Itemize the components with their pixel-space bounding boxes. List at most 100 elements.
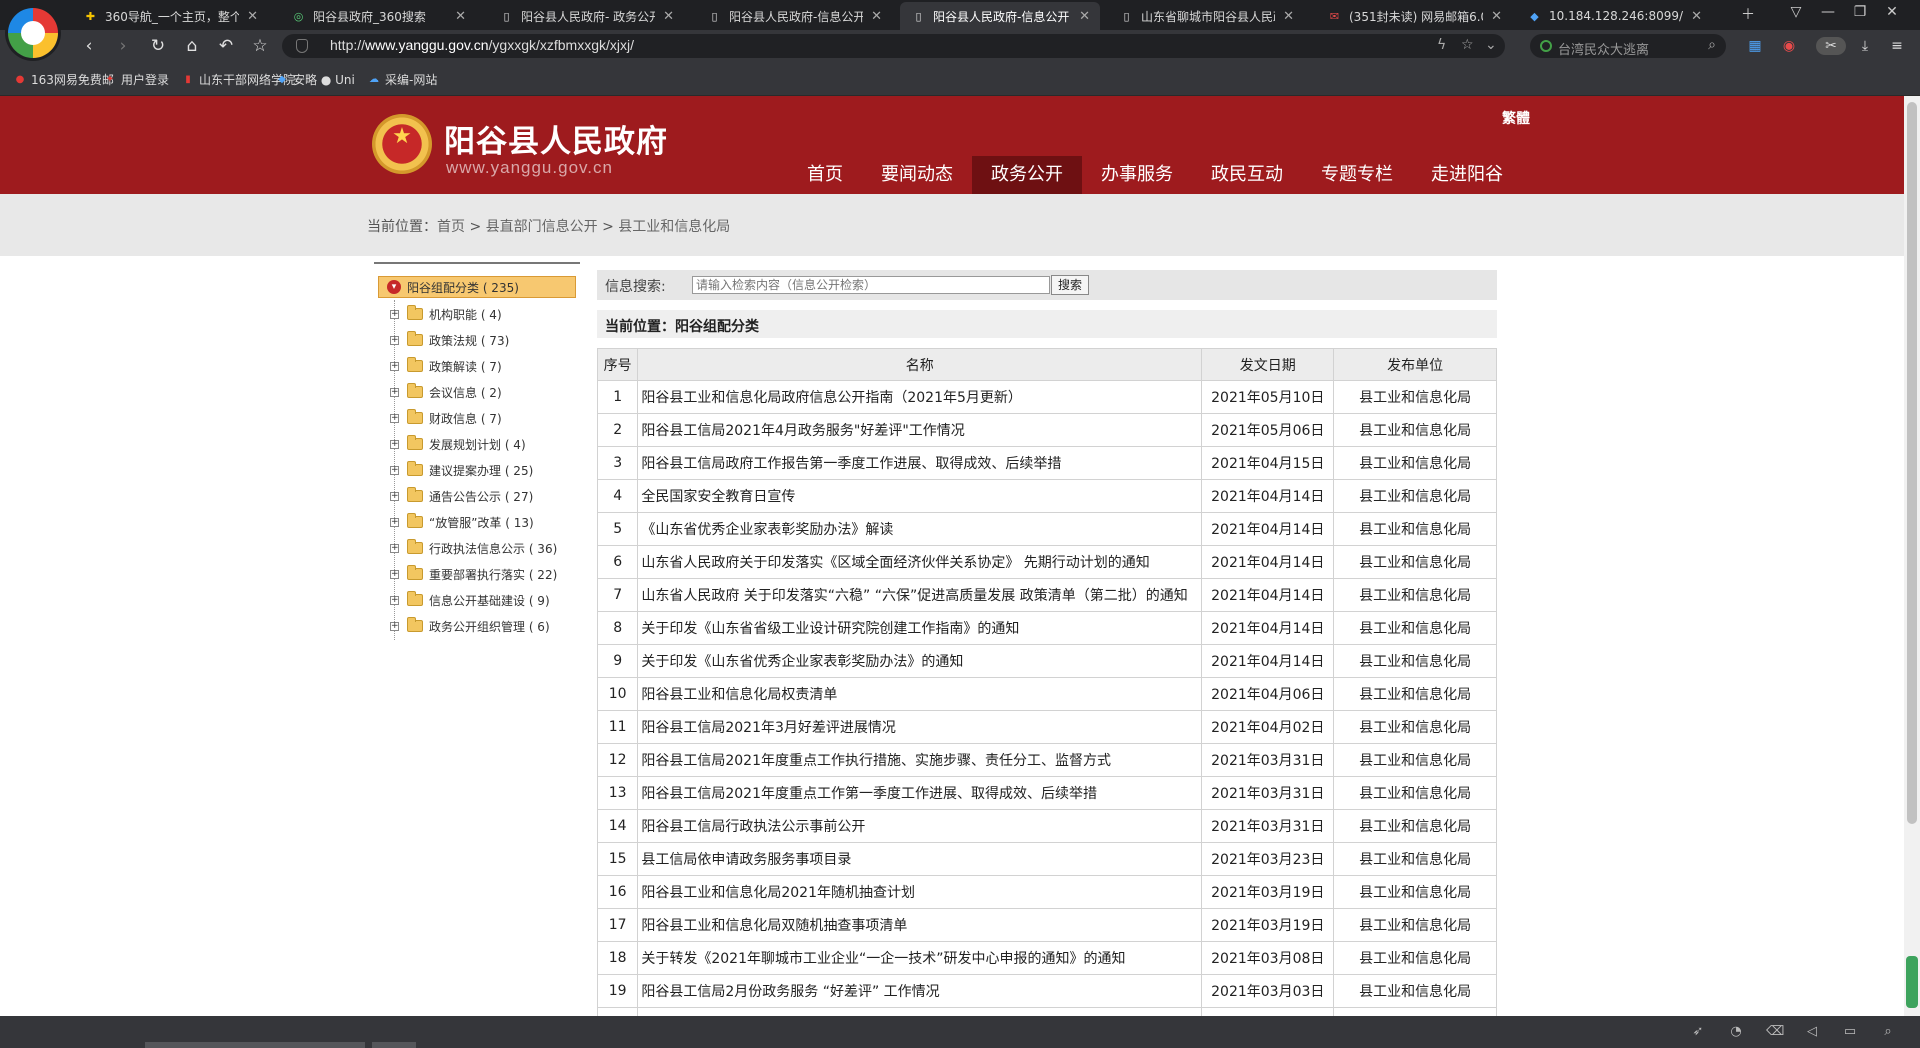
tree-item[interactable]: + 重要部署执行落实 ( 22) (390, 564, 557, 584)
browser-tab[interactable]: ◆ 10.184.128.246:8099/portal ✕ (1516, 2, 1712, 30)
site-title[interactable]: 阳谷县人民政府 (444, 116, 668, 161)
expand-plus-icon[interactable]: + (390, 387, 399, 397)
traditional-chinese-toggle[interactable]: 繁體 (1502, 108, 1530, 128)
row-title-link[interactable]: 山东省人民政府 关于印发落实“六稳” “六保”促进高质量发展 政策清单（第二批）… (637, 578, 1203, 612)
download-icon[interactable]: ⤓ (1856, 37, 1874, 55)
home-icon[interactable]: ⌂ (181, 36, 203, 56)
address-url[interactable]: http://www.yanggu.gov.cn/ygxxgk/xzfbmxxg… (330, 37, 634, 53)
browser-tab[interactable]: ▯ 阳谷县人民政府- 政务公开 ✕ (488, 2, 684, 30)
expand-plus-icon[interactable]: + (390, 465, 399, 475)
bookmark-item[interactable]: ● 163网易免费邮 (14, 71, 114, 88)
close-icon[interactable]: ✕ (871, 9, 882, 24)
nav-item[interactable]: 要闻动态 (862, 156, 972, 194)
browser-tab[interactable]: ✚ 360导航_一个主页，整个世界 ✕ (72, 2, 268, 30)
bookmark-item[interactable]: ◆ 安略 ● Uni (276, 71, 355, 88)
tree-root-item[interactable]: ▾ 阳谷组配分类 ( 235) (378, 276, 576, 298)
expand-plus-icon[interactable]: + (390, 595, 399, 605)
breadcrumb-link[interactable]: 首页 (437, 219, 465, 235)
close-icon[interactable]: ✕ (455, 9, 466, 24)
forward-icon[interactable]: › (112, 36, 134, 56)
undo-close-icon[interactable]: ↶ (215, 36, 237, 56)
tree-item[interactable]: + 政务公开组织管理 ( 6) (390, 616, 550, 636)
browser-tab[interactable]: ◎ 阳谷县政府_360搜索 ✕ (280, 2, 476, 30)
close-window-icon[interactable]: ✕ (1880, 4, 1904, 20)
expand-plus-icon[interactable]: + (390, 621, 399, 631)
tree-item[interactable]: + 政策法规 ( 73) (390, 330, 509, 350)
expand-plus-icon[interactable]: + (390, 569, 399, 579)
address-bar[interactable]: http://www.yanggu.gov.cn/ygxxgk/xzfbmxxg… (282, 34, 1505, 58)
expand-plus-icon[interactable]: + (390, 335, 399, 345)
row-title-link[interactable]: 县工信局依申请政务服务事项目录 (637, 842, 1203, 876)
row-title-link[interactable]: 阳谷县工业和信息化局双随机抽查事项清单 (637, 908, 1203, 942)
tree-item[interactable]: + “放管服”改革 ( 13) (390, 512, 534, 532)
rocket-icon[interactable]: ➶ (1690, 1024, 1706, 1040)
nav-item[interactable]: 走进阳谷 (1412, 156, 1522, 194)
collapse-circle-icon[interactable]: ▾ (387, 280, 401, 294)
favorite-star-icon[interactable]: ☆ (1461, 37, 1474, 53)
chevron-down-icon[interactable]: ⌄ (1485, 37, 1497, 53)
browser-tab[interactable]: ▯ 阳谷县人民政府-信息公开目录 ✕ (696, 2, 892, 30)
row-title-link[interactable]: 阳谷县工信局2月份政务服务 “好差评” 工作情况 (637, 974, 1203, 1008)
volume-icon[interactable]: ◁ (1804, 1024, 1820, 1040)
game-controller-icon[interactable]: ◉ (1780, 37, 1798, 55)
expand-plus-icon[interactable]: + (390, 413, 399, 423)
tree-item[interactable]: + 行政执法信息公示 ( 36) (390, 538, 557, 558)
tab-list-icon[interactable]: ▽ (1784, 4, 1808, 20)
scrollbar-thumb[interactable] (1907, 102, 1917, 824)
new-tab-plus-icon[interactable]: ＋ (1736, 4, 1760, 24)
minimize-icon[interactable]: — (1816, 4, 1840, 20)
expand-plus-icon[interactable]: + (390, 543, 399, 553)
close-icon[interactable]: ✕ (247, 9, 258, 24)
row-title-link[interactable]: 阳谷县工信局2021年4月政务服务"好差评"工作情况 (637, 413, 1203, 447)
scroll-indicator-icon[interactable] (1906, 956, 1918, 1008)
bookmark-star-icon[interactable]: ☆ (249, 36, 271, 56)
row-title-link[interactable]: 阳谷县工业和信息化局政府信息公开指南（2021年5月更新） (637, 380, 1203, 414)
lightning-icon[interactable]: ϟ (1437, 37, 1446, 53)
nav-item[interactable]: 首页 (788, 156, 862, 194)
row-title-link[interactable]: 全民国家安全教育日宣传 (637, 479, 1203, 513)
row-title-link[interactable]: 阳谷县工信局行政执法公示事前公开 (637, 809, 1203, 843)
tree-item[interactable]: + 通告公告公示 ( 27) (390, 486, 533, 506)
breadcrumb-link[interactable]: 县工业和信息化局 (618, 219, 730, 235)
expand-plus-icon[interactable]: + (390, 491, 399, 501)
nav-item[interactable]: 政务公开 (972, 156, 1082, 194)
info-search-button[interactable]: 搜索 (1051, 275, 1089, 295)
row-title-link[interactable]: 阳谷县工业和信息化局2021年随机抽查计划 (637, 875, 1203, 909)
page-scrollbar[interactable] (1904, 96, 1920, 1016)
close-icon[interactable]: ✕ (1079, 9, 1090, 24)
close-icon[interactable]: ✕ (1691, 9, 1702, 24)
nav-item[interactable]: 办事服务 (1082, 156, 1192, 194)
close-icon[interactable]: ✕ (663, 9, 674, 24)
browser-360-logo-icon[interactable] (8, 8, 58, 58)
row-title-link[interactable]: 山东省人民政府关于印发落实《区域全面经济伙伴关系协定》 先期行动计划的通知 (637, 545, 1203, 579)
search-icon[interactable]: ⌕ (1708, 37, 1716, 53)
expand-plus-icon[interactable]: + (390, 309, 399, 319)
close-icon[interactable]: ✕ (1491, 9, 1502, 24)
tree-item[interactable]: + 财政信息 ( 7) (390, 408, 502, 428)
row-title-link[interactable]: 关于印发《山东省省级工业设计研究院创建工作指南》的通知 (637, 611, 1203, 645)
row-title-link[interactable]: 阳谷县工信局政府工作报告第一季度工作进展、取得成效、后续举措 (637, 446, 1203, 480)
apps-grid-icon[interactable]: ▦ (1746, 37, 1764, 55)
row-title-link[interactable] (637, 1007, 1203, 1016)
browser-tab[interactable]: ▯ 阳谷县人民政府-信息公开目录 ✕ (900, 2, 1100, 30)
info-search-input[interactable] (692, 276, 1050, 294)
tree-item[interactable]: + 政策解读 ( 7) (390, 356, 502, 376)
restore-icon[interactable]: ❐ (1848, 4, 1872, 20)
browser-tab[interactable]: ✉ (351封未读) 网易邮箱6.0版 ✕ (1316, 2, 1512, 30)
row-title-link[interactable]: 《山东省优秀企业家表彰奖励办法》解读 (637, 512, 1203, 546)
scissors-icon[interactable]: ✂ (1816, 37, 1846, 55)
expand-plus-icon[interactable]: + (390, 439, 399, 449)
browser-tab[interactable]: ▯ 山东省聊城市阳谷县人民政府 ✕ (1108, 2, 1304, 30)
menu-icon[interactable]: ≡ (1888, 37, 1906, 55)
row-title-link[interactable]: 关于印发《山东省优秀企业家表彰奖励办法》的通知 (637, 644, 1203, 678)
row-title-link[interactable]: 阳谷县工业和信息化局权责清单 (637, 677, 1203, 711)
window-icon[interactable]: ▭ (1842, 1024, 1858, 1040)
trash-icon[interactable]: ⌫ (1766, 1024, 1784, 1040)
breadcrumb-link[interactable]: 县直部门信息公开 (486, 219, 598, 235)
speed-icon[interactable]: ◔ (1728, 1024, 1744, 1040)
tree-item[interactable]: + 发展规划计划 ( 4) (390, 434, 526, 454)
zoom-icon[interactable]: ⌕ (1880, 1024, 1896, 1040)
reload-icon[interactable]: ↻ (147, 36, 169, 56)
tree-item[interactable]: + 会议信息 ( 2) (390, 382, 502, 402)
bookmark-item[interactable]: ✦ 用户登录 (104, 71, 169, 88)
